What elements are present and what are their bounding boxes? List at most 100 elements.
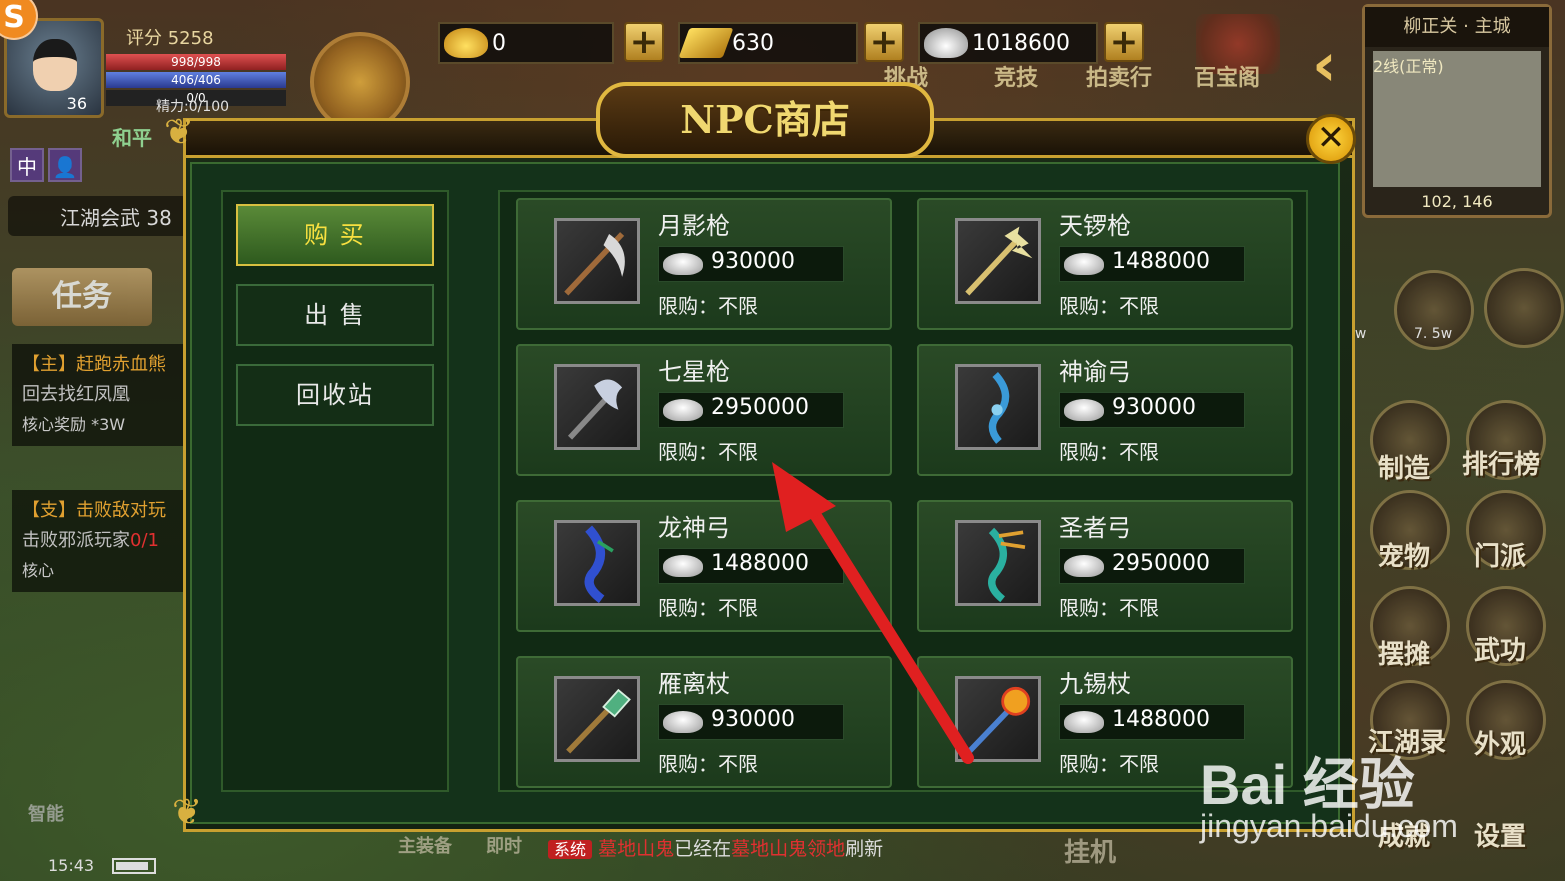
rank-button[interactable]: 排行榜 — [1462, 444, 1540, 481]
baidu-watermark-url: jingyan.baidu.com — [1200, 808, 1458, 844]
shop-item[interactable]: 圣者弓 2950000 限购：不限 — [917, 500, 1293, 632]
item-limit: 限购：不限 — [658, 596, 758, 620]
silver-coin-icon — [663, 555, 703, 577]
chat-mid: 已经在 — [674, 838, 732, 860]
quest-reward: 核心 — [22, 561, 55, 580]
oracle-bow-icon — [955, 364, 1041, 450]
tab-buy[interactable]: 购 买 — [236, 204, 434, 266]
main-equip-button[interactable]: 主装备 — [398, 832, 452, 858]
item-price: 930000 — [711, 249, 795, 274]
silver-coin-icon — [663, 711, 703, 733]
tab-recycle[interactable]: 回收站 — [236, 364, 434, 426]
quest-side[interactable]: 【支】击败敌对玩 击败邪派玩家0/1 核心 — [12, 490, 184, 592]
tab-sell[interactable]: 出 售 — [236, 284, 434, 346]
minimap[interactable]: 柳正关 · 主城 2线(正常) 102, 146 — [1362, 4, 1552, 218]
pet-button[interactable]: 宠物 — [1378, 536, 1430, 573]
corner-ornament-icon: ❦ — [164, 112, 195, 153]
item-price-box: 930000 — [658, 704, 844, 740]
silver-coin-icon — [1064, 711, 1104, 733]
add-silver-button[interactable]: + — [1104, 22, 1144, 62]
silver-ingot-icon — [924, 28, 968, 58]
gold-ingot-icon — [444, 28, 488, 58]
item-price-box: 1488000 — [658, 548, 844, 584]
shop-item[interactable]: 雁离杖 930000 限购：不限 — [516, 656, 892, 788]
pk-mode[interactable]: 和平 — [112, 122, 152, 151]
item-price-box: 1488000 — [1059, 246, 1245, 282]
item-limit: 限购：不限 — [658, 752, 758, 776]
ornate-staff-icon — [955, 676, 1041, 762]
event-banner[interactable]: 江湖会武 38 — [8, 196, 188, 236]
shop-item-grid[interactable]: 月影枪 930000 限购：不限 天锣枪 1488000 限购：不限 七星枪 2… — [498, 190, 1308, 792]
close-button[interactable]: ✕ — [1306, 114, 1356, 164]
silver-value: 1018600 — [972, 30, 1070, 56]
quest-reward: 核心奖励 *3W — [22, 415, 126, 434]
server-line[interactable]: 2线(正常) — [1373, 53, 1444, 77]
system-chat-line[interactable]: 系统 墓地山鬼已经在墓地山鬼领地刷新 — [548, 834, 883, 861]
item-name: 月影枪 — [658, 212, 730, 240]
pet-portrait[interactable] — [310, 32, 410, 132]
task-tab[interactable]: 任务 — [12, 268, 152, 326]
item-name: 七星枪 — [658, 358, 730, 386]
nav-auction[interactable]: 拍卖行 — [1086, 60, 1152, 92]
player-coordinates: 102, 146 — [1421, 192, 1493, 211]
item-price: 1488000 — [1112, 249, 1210, 274]
item-name: 天锣枪 — [1059, 212, 1131, 240]
item-limit: 限购：不限 — [658, 294, 758, 318]
item-limit: 限购：不限 — [1059, 596, 1159, 620]
shop-item[interactable]: 神谕弓 930000 限购：不限 — [917, 344, 1293, 476]
item-price-box: 1488000 — [1059, 704, 1245, 740]
item-name: 雁离杖 — [658, 670, 730, 698]
item-count-2: 7. 5w — [1414, 326, 1453, 342]
saint-bow-icon — [955, 520, 1041, 606]
ingot-value: 0 — [492, 30, 506, 56]
kungfu-button[interactable]: 武功 — [1474, 630, 1526, 667]
silver-coin-icon — [663, 399, 703, 421]
appearance-button[interactable]: 外观 — [1474, 724, 1526, 761]
item-price-box: 2950000 — [658, 392, 844, 428]
shop-item[interactable]: 七星枪 2950000 限购：不限 — [516, 344, 892, 476]
item-price: 2950000 — [711, 395, 809, 420]
shop-tab-panel — [221, 190, 449, 792]
forge-button[interactable]: 制造 — [1378, 448, 1430, 485]
item-limit: 限购：不限 — [1059, 440, 1159, 464]
chat-boss: 墓地山鬼 — [598, 838, 675, 860]
item-price-box: 930000 — [658, 246, 844, 282]
battery-icon — [112, 858, 156, 874]
faction-icon[interactable]: 中 — [10, 148, 44, 182]
axe-spear-icon — [554, 364, 640, 450]
quest-main[interactable]: 【主】赶跑赤血熊 回去找红凤凰 核心奖励 *3W — [12, 344, 184, 446]
silver-coin-icon — [1064, 399, 1104, 421]
settings-button[interactable]: 设置 — [1474, 816, 1526, 853]
trident-spear-icon — [955, 218, 1041, 304]
gold-value: 630 — [732, 30, 774, 56]
diamond-menu-icon[interactable] — [1484, 268, 1564, 348]
shop-item[interactable]: 月影枪 930000 限购：不限 — [516, 198, 892, 330]
instant-button[interactable]: 即时 — [486, 832, 522, 858]
item-name: 九锡杖 — [1059, 670, 1131, 698]
shop-item[interactable]: 天锣枪 1488000 限购：不限 — [917, 198, 1293, 330]
item-limit: 限购：不限 — [1059, 752, 1159, 776]
quest-title: 【主】赶跑赤血熊 — [22, 354, 166, 375]
idle-button[interactable]: 挂机 — [1064, 832, 1116, 869]
shop-item[interactable]: 龙神弓 1488000 限购：不限 — [516, 500, 892, 632]
collapse-arrow-icon[interactable]: ‹ — [1312, 30, 1337, 100]
mp-bar: 406/406 — [106, 72, 286, 88]
ingot-currency: 0 — [438, 22, 614, 64]
item-price: 930000 — [1112, 395, 1196, 420]
silver-coin-icon — [1064, 253, 1104, 275]
team-icon[interactable]: 👤 — [48, 148, 82, 182]
chat-place: 墓地山鬼领地 — [731, 838, 846, 860]
add-ingot-button[interactable]: + — [624, 22, 664, 62]
stall-button[interactable]: 摆摊 — [1378, 634, 1430, 671]
add-gold-button[interactable]: + — [864, 22, 904, 62]
event-count: 38 — [146, 206, 172, 230]
spear-icon — [554, 218, 640, 304]
sect-button[interactable]: 门派 — [1474, 536, 1526, 573]
player-level: 36 — [66, 94, 87, 113]
auto-button[interactable]: 智能 — [28, 800, 64, 826]
item-name: 龙神弓 — [658, 514, 730, 542]
nav-arena[interactable]: 竞技 — [994, 60, 1038, 92]
chat-channel-tag: 系统 — [548, 840, 593, 859]
nav-treasure[interactable]: 百宝阁 — [1194, 60, 1260, 92]
gold-bar-icon — [678, 28, 734, 58]
